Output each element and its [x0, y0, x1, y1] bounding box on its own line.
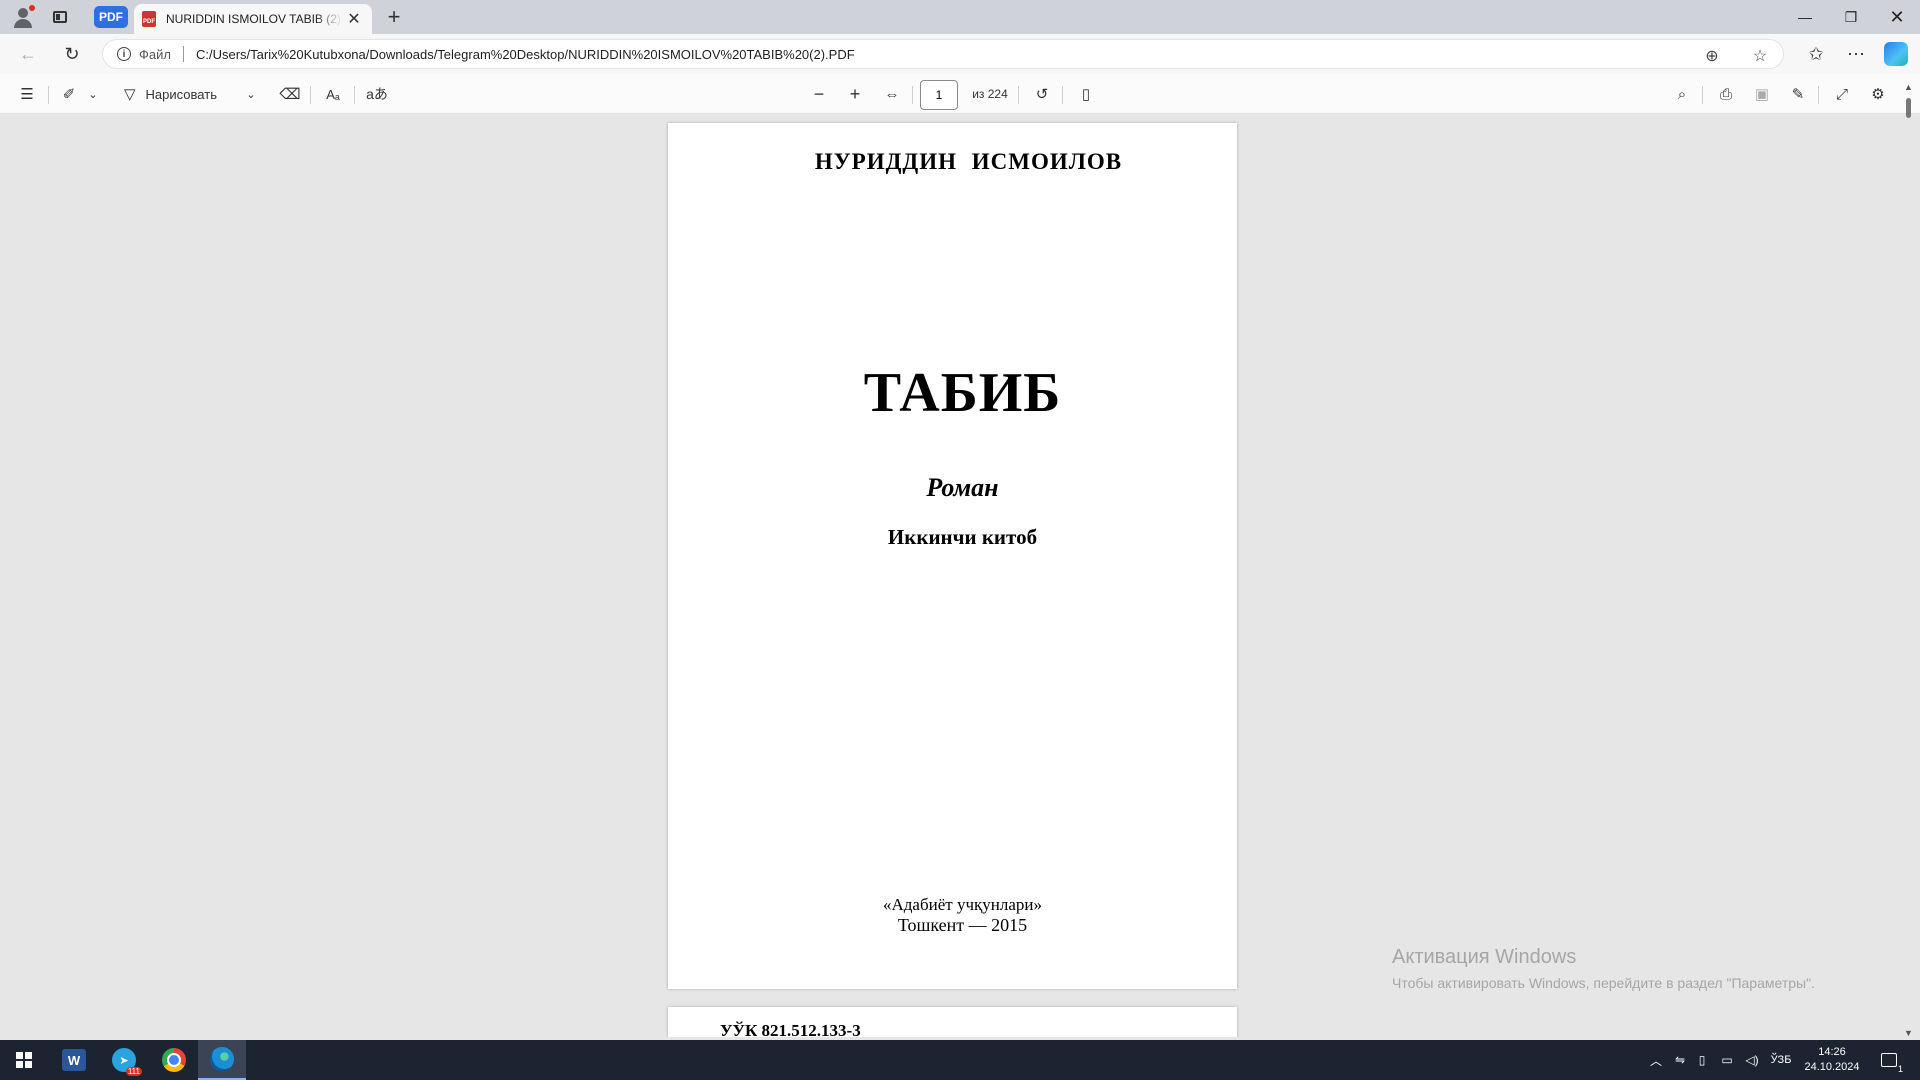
tab-active[interactable]: PDF NURIDDIN ISMOILOV TABIB (2).PDF ✕ [134, 4, 372, 34]
volume-icon[interactable]: ◁) [1742, 1040, 1762, 1080]
activation-subtitle: Чтобы активировать Windows, перейдите в … [1392, 975, 1815, 991]
usb-icon[interactable]: ▯ [1694, 1040, 1710, 1080]
toolbar-divider [310, 86, 311, 104]
pdf-page: УЎК 821.512.133-3 [668, 1007, 1237, 1037]
pdf-toolbar: ☰ ✐ ⌄ ▽ Нарисовать ⌄ ⌫ Aₐ aあ − + ⇔ из 22… [0, 74, 1920, 114]
fullscreen-icon[interactable]: ⤢ [1830, 82, 1854, 106]
more-icon[interactable]: ⋯ [1840, 40, 1872, 68]
url-field[interactable]: i Файл C:/Users/Tarix%20Kutubxona/Downlo… [102, 39, 1784, 69]
search-icon[interactable]: ⌕ [1670, 82, 1694, 106]
book-genre: Роман [926, 473, 999, 502]
word-icon[interactable]: W [50, 1040, 98, 1080]
chevron-down-icon[interactable]: ⌄ [244, 82, 258, 106]
zoom-icon[interactable]: ⊕ [1703, 47, 1721, 65]
workspaces-icon[interactable] [46, 3, 74, 31]
copilot-icon[interactable] [1884, 42, 1908, 66]
toolbar-divider [354, 86, 355, 104]
profile-icon[interactable] [8, 3, 38, 31]
scroll-up-icon[interactable]: ▲ [1904, 82, 1913, 92]
maximize-icon[interactable]: ❐ [1828, 0, 1874, 34]
draw-label: Нарисовать [145, 86, 217, 102]
network-icon[interactable]: ▭ [1716, 1040, 1738, 1080]
window-close-icon[interactable]: ✕ [1874, 0, 1920, 34]
eraser-icon[interactable]: ⌫ [278, 82, 302, 106]
address-bar: ← ↻ i Файл C:/Users/Tarix%20Kutubxona/Do… [0, 34, 1920, 74]
gear-icon[interactable]: ⚙ [1866, 82, 1890, 106]
fit-page-icon[interactable]: ⇔ [880, 82, 904, 106]
pdf-favicon-icon: PDF [142, 11, 156, 27]
save-as-icon[interactable]: ✎ [1786, 82, 1810, 106]
tray-app-icon[interactable]: ⇋ [1672, 1040, 1688, 1080]
notification-count: 1 [1896, 1064, 1904, 1074]
zoom-out-icon[interactable]: − [808, 82, 830, 106]
page-total-label: из 224 [972, 87, 1008, 101]
toolbar-divider [1818, 86, 1819, 104]
pdf-viewer[interactable]: НУРИДДИН ИСМОИЛОВ ТАБИБ Роман Иккинчи ки… [0, 115, 1920, 1037]
activation-title: Активация Windows [1392, 946, 1577, 968]
tab-title: NURIDDIN ISMOILOV TABIB (2).PDF [166, 12, 342, 26]
minimize-icon[interactable]: — [1782, 0, 1828, 34]
toolbar-divider [1018, 86, 1019, 104]
notification-icon[interactable]: 1 [1876, 1040, 1904, 1080]
telegram-icon[interactable]: ➤ 111 [100, 1040, 148, 1080]
book-title: ТАБИБ [863, 362, 1062, 424]
pdf-tab-group-pill[interactable]: PDF [94, 6, 128, 28]
star-icon[interactable]: ☆ [1751, 47, 1769, 65]
telegram-badge: 111 [125, 1067, 142, 1076]
save-icon[interactable]: ▣ [1750, 82, 1774, 106]
page2-partial-text: УЎК 821.512.133-3 [720, 1021, 861, 1037]
rotate-icon[interactable]: ↺ [1030, 82, 1054, 106]
url-text[interactable]: C:/Users/Tarix%20Kutubxona/Downloads/Tel… [196, 47, 855, 62]
contents-icon[interactable]: ☰ [14, 82, 40, 106]
highlight-icon[interactable]: ✐ [58, 82, 80, 106]
clock[interactable]: 14:26 24.10.2024 [1800, 1040, 1864, 1080]
book-publisher: «Адабиёт учқунлари» [883, 895, 1042, 914]
book-author: НУРИДДИН ИСМОИЛОВ [814, 149, 1123, 174]
page-number-input[interactable] [920, 80, 958, 110]
vertical-scrollbar[interactable]: ▲ ▼ [1900, 82, 1916, 1038]
url-scheme-label: Файл [139, 46, 171, 62]
edge-icon[interactable] [198, 1040, 246, 1080]
language-indicator[interactable]: ЎЗБ [1768, 1040, 1794, 1080]
translate-icon[interactable]: aあ [364, 82, 390, 106]
windows-activation-watermark: Активация Windows Чтобы активировать Win… [1392, 946, 1815, 991]
info-icon[interactable]: i [117, 47, 131, 61]
favorites-icon[interactable]: ✩ [1800, 40, 1832, 68]
read-aloud-icon[interactable]: Aₐ [320, 82, 346, 106]
clock-time: 14:26 [1818, 1046, 1846, 1058]
close-icon[interactable]: ✕ [344, 9, 364, 29]
book-city-year: Тошкент — 2015 [897, 915, 1028, 935]
toolbar-divider [1702, 86, 1703, 104]
chrome-icon[interactable] [150, 1040, 198, 1080]
print-icon[interactable]: ⎙ [1714, 82, 1738, 106]
page-view-icon[interactable]: ▯ [1074, 82, 1098, 106]
back-icon[interactable]: ← [12, 40, 44, 68]
tray-chevron-up-icon[interactable]: ︿ [1648, 1040, 1664, 1080]
windows-start-icon[interactable] [0, 1040, 48, 1080]
zoom-in-icon[interactable]: + [844, 82, 866, 106]
tab-strip: PDF PDF NURIDDIN ISMOILOV TABIB (2).PDF … [0, 0, 1920, 34]
book-volume: Иккинчи китоб [887, 525, 1038, 549]
url-separator [182, 46, 184, 62]
scroll-thumb[interactable] [1906, 98, 1911, 118]
toolbar-divider [1062, 86, 1063, 104]
taskbar: W ➤ 111 ︿ ⇋ ▯ ▭ ◁) ЎЗБ 14:26 24.10.2024 1 [0, 1040, 1920, 1080]
clock-date: 24.10.2024 [1804, 1061, 1860, 1073]
chevron-down-icon[interactable]: ⌄ [86, 82, 100, 106]
scroll-down-icon[interactable]: ▼ [1904, 1028, 1913, 1038]
plus-icon[interactable]: + [380, 3, 408, 31]
toolbar-divider [48, 86, 49, 104]
reload-icon[interactable]: ↻ [56, 40, 88, 68]
pdf-page: НУРИДДИН ИСМОИЛОВ ТАБИБ Роман Иккинчи ки… [668, 123, 1237, 989]
draw-icon: ▽ [124, 86, 136, 103]
toolbar-divider [912, 86, 913, 104]
